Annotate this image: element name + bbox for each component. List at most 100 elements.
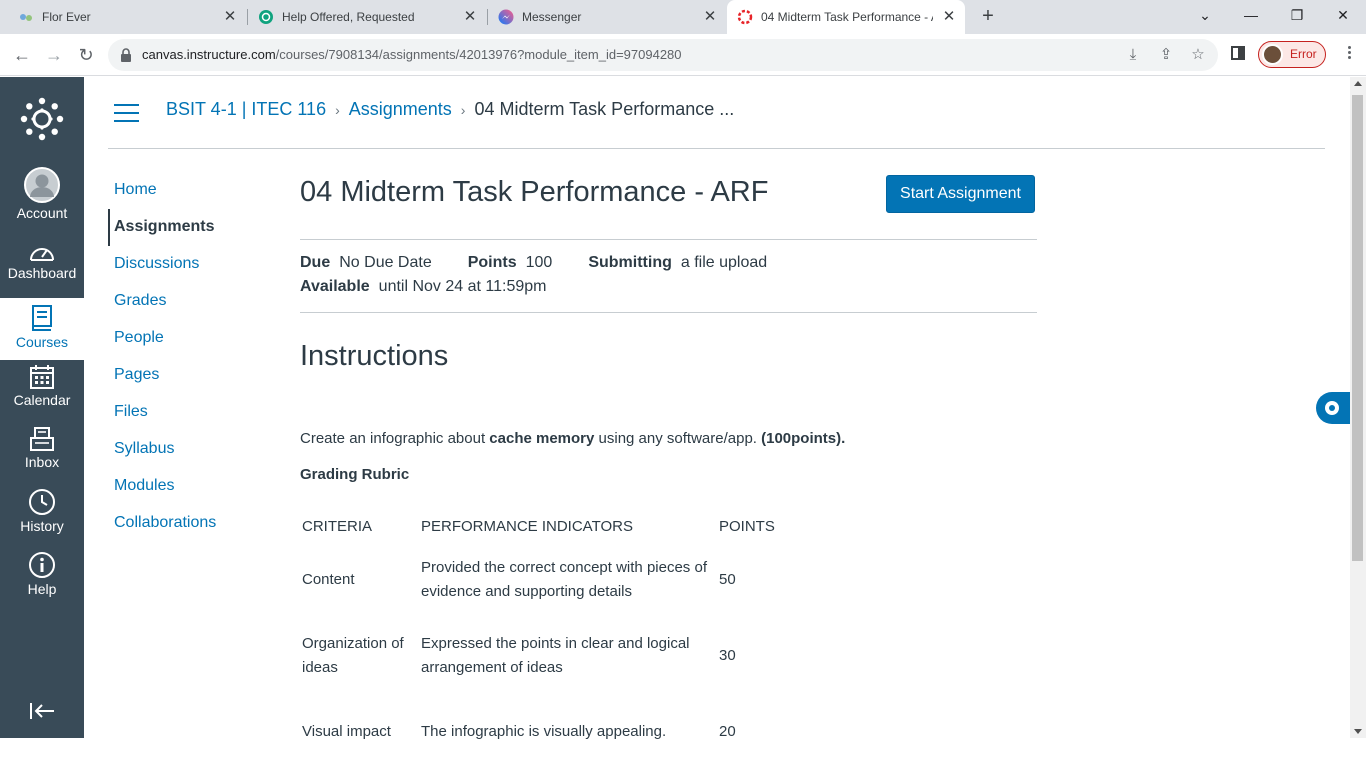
canvas-logo[interactable]	[0, 97, 84, 145]
course-nav-discussions[interactable]: Discussions	[108, 246, 268, 283]
course-nav-grades[interactable]: Grades	[108, 283, 268, 320]
column-header: PERFORMANCE INDICATORS	[421, 518, 633, 535]
scroll-down-arrow-icon[interactable]	[1354, 729, 1362, 734]
table-row: Content Provided the correct concept wit…	[300, 542, 797, 618]
submitting-value: a file upload	[680, 254, 768, 271]
browser-tab[interactable]: Messenger ✕	[498, 0, 726, 34]
nav-help[interactable]: Help	[0, 551, 84, 605]
account-avatar-icon	[24, 167, 60, 203]
reload-button[interactable]: ↻	[73, 42, 99, 68]
indicator-cell: Provided the correct concept with pieces…	[421, 559, 707, 600]
install-app-icon[interactable]: ⤓	[1124, 46, 1142, 64]
url-host: canvas.instructure.com	[142, 47, 276, 62]
share-icon[interactable]: ⇪	[1157, 46, 1175, 64]
criteria-cell: Organization of ideas	[302, 635, 404, 676]
course-menu-toggle-icon[interactable]	[114, 104, 139, 122]
breadcrumb-assignments-link[interactable]: Assignments	[349, 99, 452, 120]
divider	[300, 239, 1037, 240]
indicator-cell: The infographic is visually appealing.	[421, 723, 667, 740]
browser-menu-icon[interactable]	[1346, 44, 1352, 64]
table-header-row: CRITERIA PERFORMANCE INDICATORS POINTS	[300, 512, 797, 542]
url-text: canvas.instructure.com/courses/7908134/a…	[142, 47, 682, 62]
scroll-up-arrow-icon[interactable]	[1354, 81, 1362, 86]
assignment-title: 04 Midterm Task Performance - ARF	[300, 176, 769, 208]
browser-tab-bar: Flor Ever ✕ Help Offered, Requested ✕ Me…	[0, 0, 1366, 34]
instructions-heading: Instructions	[300, 340, 449, 372]
nav-inbox[interactable]: Inbox	[0, 426, 84, 478]
nav-label: Inbox	[24, 454, 60, 470]
course-nav-people[interactable]: People	[108, 320, 268, 357]
due-value: No Due Date	[339, 254, 432, 271]
browser-tab[interactable]: Help Offered, Requested ✕	[258, 0, 486, 34]
course-nav-assignments[interactable]: Assignments	[108, 209, 268, 246]
close-tab-icon[interactable]: ✕	[702, 9, 718, 25]
close-tab-icon[interactable]: ✕	[462, 9, 478, 25]
collapse-nav-button[interactable]	[0, 701, 84, 731]
close-window-button[interactable]: ✕	[1320, 0, 1366, 32]
tab-divider	[487, 9, 488, 25]
desc-text: Create an infographic about	[300, 430, 490, 447]
address-bar[interactable]: canvas.instructure.com/courses/7908134/a…	[108, 39, 1218, 71]
criteria-cell: Content	[302, 571, 355, 588]
start-assignment-button[interactable]: Start Assignment	[886, 175, 1035, 213]
tab-title: Flor Ever	[42, 10, 91, 24]
table-row: Visual impact The infographic is visuall…	[300, 694, 797, 770]
forward-button[interactable]: →	[41, 42, 67, 68]
lock-icon	[120, 48, 132, 62]
criteria-cell: Visual impact	[302, 723, 391, 740]
course-nav-collaborations[interactable]: Collaborations	[108, 505, 268, 542]
course-navigation: Home Assignments Discussions Grades Peop…	[108, 172, 268, 542]
chat-bubble-icon	[1325, 401, 1339, 415]
courses-book-icon	[32, 305, 52, 331]
course-nav-files[interactable]: Files	[108, 394, 268, 431]
header-divider	[108, 148, 1325, 149]
nav-dashboard[interactable]: Dashboard	[0, 241, 84, 289]
nav-account[interactable]: Account	[0, 167, 84, 225]
available-label: Available	[300, 278, 370, 295]
dashboard-gauge-icon	[30, 248, 54, 261]
scrollbar-thumb[interactable]	[1352, 95, 1363, 561]
nav-history[interactable]: History	[0, 488, 84, 542]
points-cell: 50	[719, 571, 736, 588]
browser-tab[interactable]: Flor Ever ✕	[18, 0, 246, 34]
bookmark-star-icon[interactable]: ☆	[1189, 46, 1207, 64]
course-nav-pages[interactable]: Pages	[108, 357, 268, 394]
breadcrumb-course-link[interactable]: BSIT 4-1 | ITEC 116	[166, 99, 326, 120]
inbox-icon	[30, 427, 54, 451]
nav-label: History	[20, 518, 64, 534]
nav-label: Help	[27, 581, 57, 597]
calendar-icon	[30, 365, 54, 389]
side-panel-icon[interactable]	[1231, 46, 1245, 60]
points-value: 100	[525, 254, 553, 271]
help-info-icon	[29, 552, 55, 578]
course-nav-home[interactable]: Home	[108, 172, 268, 209]
close-tab-icon[interactable]: ✕	[222, 9, 238, 25]
nav-courses[interactable]: Courses	[0, 298, 84, 360]
minimize-window-button[interactable]: —	[1228, 0, 1274, 32]
breadcrumb-current: 04 Midterm Task Performance ...	[474, 99, 735, 119]
tab-search-chevron-icon[interactable]: ⌄	[1182, 0, 1228, 32]
url-path: /courses/7908134/assignments/42013976?mo…	[275, 47, 682, 62]
table-row: Organization of ideas Expressed the poin…	[300, 618, 797, 694]
desc-text: using any software/app.	[594, 430, 762, 447]
browser-tab-active[interactable]: 04 Midterm Task Performance - A ✕	[727, 0, 965, 34]
browser-toolbar: ← → ↻ canvas.instructure.com/courses/790…	[0, 34, 1366, 76]
column-header: CRITERIA	[302, 518, 373, 535]
availability-row: Available until Nov 24 at 11:59pm	[300, 278, 546, 296]
profile-button[interactable]: Error	[1258, 41, 1326, 68]
points-cell: 20	[719, 723, 736, 740]
course-nav-syllabus[interactable]: Syllabus	[108, 431, 268, 468]
points-cell: 30	[719, 647, 736, 664]
nav-calendar[interactable]: Calendar	[0, 364, 84, 416]
due-label: Due	[300, 254, 331, 271]
floating-chat-button[interactable]	[1316, 392, 1350, 424]
back-button[interactable]: ←	[9, 42, 35, 68]
restore-window-button[interactable]: ❐	[1274, 0, 1320, 32]
history-clock-icon	[29, 489, 55, 515]
course-nav-modules[interactable]: Modules	[108, 468, 268, 505]
tab-title: Help Offered, Requested	[282, 10, 415, 24]
new-tab-button[interactable]: +	[976, 5, 1000, 29]
page-scrollbar[interactable]	[1350, 77, 1366, 738]
close-tab-icon[interactable]: ✕	[941, 9, 957, 25]
divider	[300, 312, 1037, 313]
